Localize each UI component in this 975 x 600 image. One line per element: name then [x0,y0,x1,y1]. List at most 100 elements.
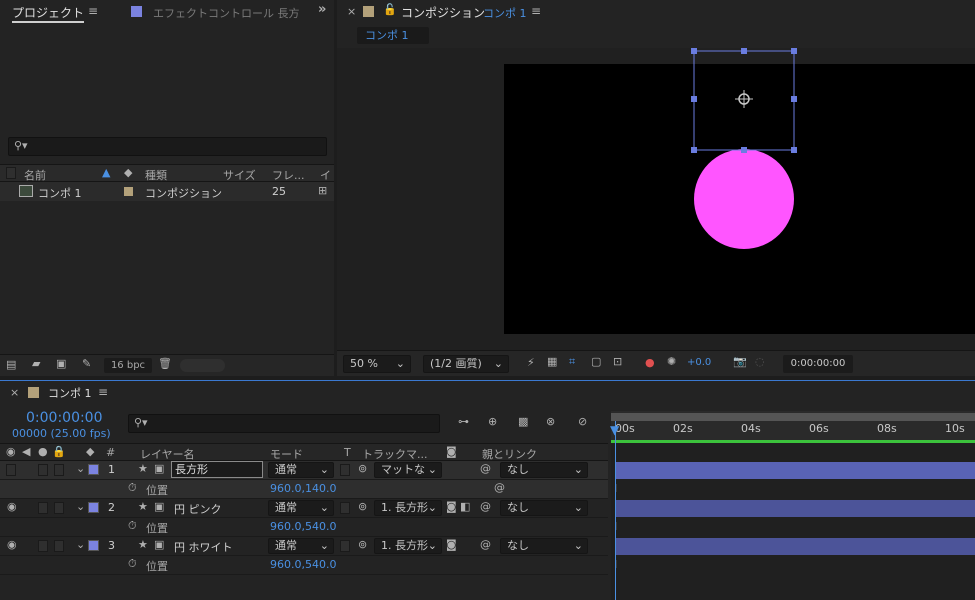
audio-icon[interactable]: ◀ [22,445,30,458]
preserve-transparency-toggle[interactable] [340,464,350,476]
column-mode[interactable]: モード [270,446,303,462]
fast-preview-icon[interactable]: ⚡ [527,356,535,369]
pick-whip-icon[interactable]: @ [480,462,491,475]
transparency-grid-icon[interactable]: ▦ [547,355,557,368]
lock-toggle[interactable] [54,502,64,514]
parent-select[interactable]: なし ⌄ [500,500,588,516]
zoom-select[interactable]: 50 % ⌄ [343,355,411,373]
stopwatch-icon[interactable]: ⏱ [128,481,137,495]
playhead-icon[interactable]: ▼ [610,423,619,437]
sort-ascending-icon[interactable]: ▲ [102,166,110,179]
panel-overflow-icon[interactable]: » [318,2,326,17]
property-row-1[interactable]: ⏱ 位置 960.0,140.0 @ [0,480,608,499]
shy-layers-icon[interactable]: ▩ [518,415,528,428]
solo-icon[interactable]: ● [38,445,48,458]
lock-icon[interactable]: 🔓 [383,3,397,16]
exposure-value[interactable]: +0.0 [687,357,711,368]
mode-select[interactable]: 通常 ⌄ [268,538,334,554]
hamburger-icon[interactable]: ≡ [98,385,108,399]
column-extra[interactable]: イ [320,167,331,183]
graph-editor-icon[interactable]: ⊘ [578,415,587,428]
solo-toggle[interactable] [38,540,48,552]
flowchart-icon[interactable]: ⊞ [318,184,327,197]
comp-panel-title[interactable]: コンポジション [401,4,485,21]
resolution-select[interactable]: (1/2 画質) ⌄ [423,355,509,373]
bpc-button[interactable]: 16 bpc [104,358,152,373]
column-layer-name[interactable]: レイヤー名 [140,446,195,462]
adjust-icon[interactable]: ✎ [82,357,91,370]
timeline-tab[interactable]: コンポ 1 [48,385,92,401]
close-icon[interactable]: × [347,5,356,18]
property-row-2[interactable]: ⏱ 位置 960.0,540.0 [0,518,608,537]
pick-whip-icon[interactable]: @ [480,500,491,513]
mode-select[interactable]: 通常 ⌄ [268,500,334,516]
matte-alpha-icon[interactable]: ◙ [446,538,457,551]
color-channels-icon[interactable]: ● [645,356,655,369]
composition-mini-flowchart-icon[interactable]: ⊶ [458,415,469,428]
frame-blending-icon[interactable]: ⊗ [546,415,555,428]
eye-icon[interactable]: ◉ [7,500,17,513]
eye-icon[interactable]: ◉ [7,538,17,551]
draft-3d-icon[interactable]: ⊕ [488,415,497,428]
position-value[interactable]: 960.0,540.0 [270,520,336,533]
time-ruler[interactable]: 00s 02s 04s 06s 08s 10s [611,411,975,443]
chevron-down-icon[interactable]: ⌄ [76,500,85,513]
solo-toggle[interactable] [38,502,48,514]
guides-icon[interactable]: ⊡ [613,355,622,368]
hamburger-icon[interactable]: ≡ [88,4,98,18]
lock-toggle[interactable] [54,540,64,552]
parent-select[interactable]: なし ⌄ [500,538,588,554]
lock-toggle[interactable] [54,464,64,476]
track-matte-select[interactable]: マットな ⌄ [374,462,442,478]
trash-icon[interactable]: 🗑 [158,357,172,370]
lock-icon[interactable]: 🔒 [52,445,66,458]
column-name[interactable]: 名前 [24,167,46,183]
chevron-down-icon[interactable]: ⌄ [76,462,85,475]
solo-toggle[interactable] [38,464,48,476]
new-comp-icon[interactable]: ▣ [56,357,66,370]
interpret-footage-icon[interactable]: ▤ [6,358,16,371]
comp-panel-name[interactable]: コンポ 1 [483,5,527,21]
pick-whip-icon[interactable]: @ [480,538,491,551]
chevron-down-icon[interactable]: ⌄ [76,538,85,551]
layer-color-swatch[interactable] [88,540,99,551]
tab-effect-controls[interactable]: エフェクトコントロール 長方 [153,5,300,21]
timecode-field[interactable]: 0:00:00:00 [783,355,853,373]
playhead-line[interactable] [615,421,616,600]
layer-row-2[interactable]: ◉ ⌄ 2 ★ ▣ 円 ピンク 通常 ⌄ ⊚ 1. 長方形 ⌄ ◙ ◧ @ なし [0,499,608,518]
mode-select[interactable]: 通常 ⌄ [268,462,334,478]
column-parent[interactable]: 親とリンク [482,446,537,462]
position-value[interactable]: 960.0,140.0 [270,482,336,495]
preserve-transparency-toggle[interactable] [340,540,350,552]
track-matte-select[interactable]: 1. 長方形 ⌄ [374,538,442,554]
tab-project[interactable]: プロジェクト [12,4,85,23]
layer-bar-2[interactable] [615,500,975,517]
column-type[interactable]: 種類 [145,167,167,183]
project-search-input[interactable]: ⚲▾ [8,137,327,156]
visibility-toggle[interactable] [6,464,16,476]
pink-circle-layer[interactable] [694,149,794,249]
color-management-icon[interactable]: ✺ [667,355,676,368]
stopwatch-icon[interactable]: ⏱ [128,519,137,533]
layer-name[interactable]: 円 ホワイト [174,539,233,555]
layer-row-3[interactable]: ◉ ⌄ 3 ★ ▣ 円 ホワイト 通常 ⌄ ⊚ 1. 長方形 ⌄ ◙ @ なし … [0,537,608,556]
layer-bar-1[interactable] [615,462,975,479]
thumbnail-slider[interactable] [180,359,225,372]
layer-bar-3[interactable] [615,538,975,555]
matte-link-icon[interactable]: ⊚ [358,462,367,475]
matte-link-icon[interactable]: ⊚ [358,500,367,513]
stopwatch-icon[interactable]: ⏱ [128,557,137,571]
layer-name[interactable]: 円 ピンク [174,501,222,517]
label-color-swatch[interactable] [124,187,133,196]
show-snapshot-icon[interactable]: ◌ [755,355,765,368]
column-frame[interactable]: フレ... [272,167,305,183]
camera-icon[interactable]: 📷 [733,355,747,368]
timeline-track-area[interactable]: 00s 02s 04s 06s 08s 10s I I I ▼ [610,411,975,600]
mask-path-icon[interactable]: ⌗ [569,355,575,369]
comp-viewer[interactable] [337,48,975,350]
property-row-3[interactable]: ⏱ 位置 960.0,540.0 [0,556,608,575]
close-icon[interactable]: × [10,386,19,399]
position-value[interactable]: 960.0,540.0 [270,558,336,571]
parent-select[interactable]: なし ⌄ [500,462,588,478]
current-time[interactable]: 0:00:00:00 [26,410,103,426]
